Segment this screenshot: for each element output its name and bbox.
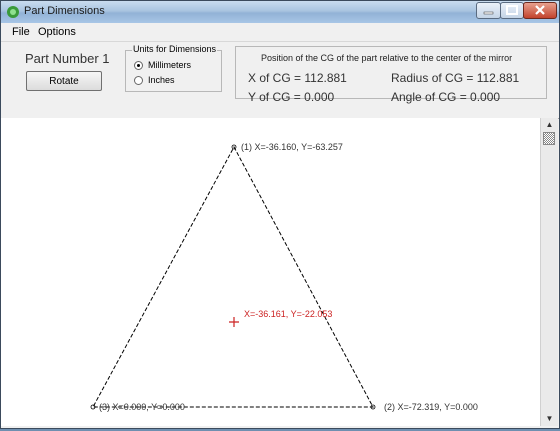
cg-crosshair-icon [229,317,239,327]
control-panel: Part Number 1 Rotate Units for Dimension… [1,42,559,119]
vertex-1-label: (1) X=-36.160, Y=-63.257 [241,142,343,152]
units-groupbox: Units for Dimensions Millimeters Inches [125,44,222,92]
maximize-icon [506,5,518,15]
vertex-3-label: (3) X=0.000, Y=0.000 [99,402,185,412]
close-icon [535,5,545,15]
menu-options[interactable]: Options [38,26,76,38]
part-drawing: (1) X=-36.160, Y=-63.257 (2) X=-72.319, … [90,142,478,412]
maximize-button[interactable] [500,2,524,19]
drawing-canvas[interactable]: (1) X=-36.160, Y=-63.257 (2) X=-72.319, … [1,118,540,426]
title-bar[interactable]: Part Dimensions [1,1,559,23]
radio-inches-label: Inches [148,75,175,85]
menu-bar: File Options [1,23,559,42]
cg-title: Position of the CG of the part relative … [261,53,513,63]
cg-label: X=-36.161, Y=-22.053 [244,309,332,319]
rotate-button[interactable]: Rotate [26,71,102,91]
radio-inches[interactable]: Inches [134,75,175,86]
vertical-scrollbar[interactable]: ▲ ▼ [540,118,558,426]
cg-position-groupbox: Position of the CG of the part relative … [235,46,547,104]
minimize-button[interactable] [476,2,501,19]
part-number-label: Part Number 1 [25,51,110,66]
radio-unselected-icon[interactable] [134,76,143,86]
part-outline [92,145,374,408]
radio-millimeters[interactable]: Millimeters [134,60,192,71]
scroll-down-icon[interactable]: ▼ [541,412,558,426]
window-title: Part Dimensions [24,5,105,17]
menu-file[interactable]: File [12,26,30,38]
radius-of-cg: Radius of CG = 112.881 [391,71,520,85]
close-button[interactable] [523,2,557,19]
angle-of-cg: Angle of CG = 0.000 [391,90,501,104]
scroll-thumb[interactable] [543,132,555,145]
minimize-icon [483,11,494,15]
y-of-cg: Y of CG = 0.000 [248,90,335,104]
app-window: Part Dimensions File Options Part Number… [0,0,560,429]
x-of-cg: X of CG = 112.881 [248,71,347,85]
scroll-up-icon[interactable]: ▲ [541,118,558,132]
vertex-2-label: (2) X=-72.319, Y=0.000 [384,402,478,412]
app-icon [7,6,19,18]
radio-millimeters-label: Millimeters [148,60,192,70]
radio-selected-icon[interactable] [134,61,143,71]
units-legend: Units for Dimensions [132,44,218,54]
